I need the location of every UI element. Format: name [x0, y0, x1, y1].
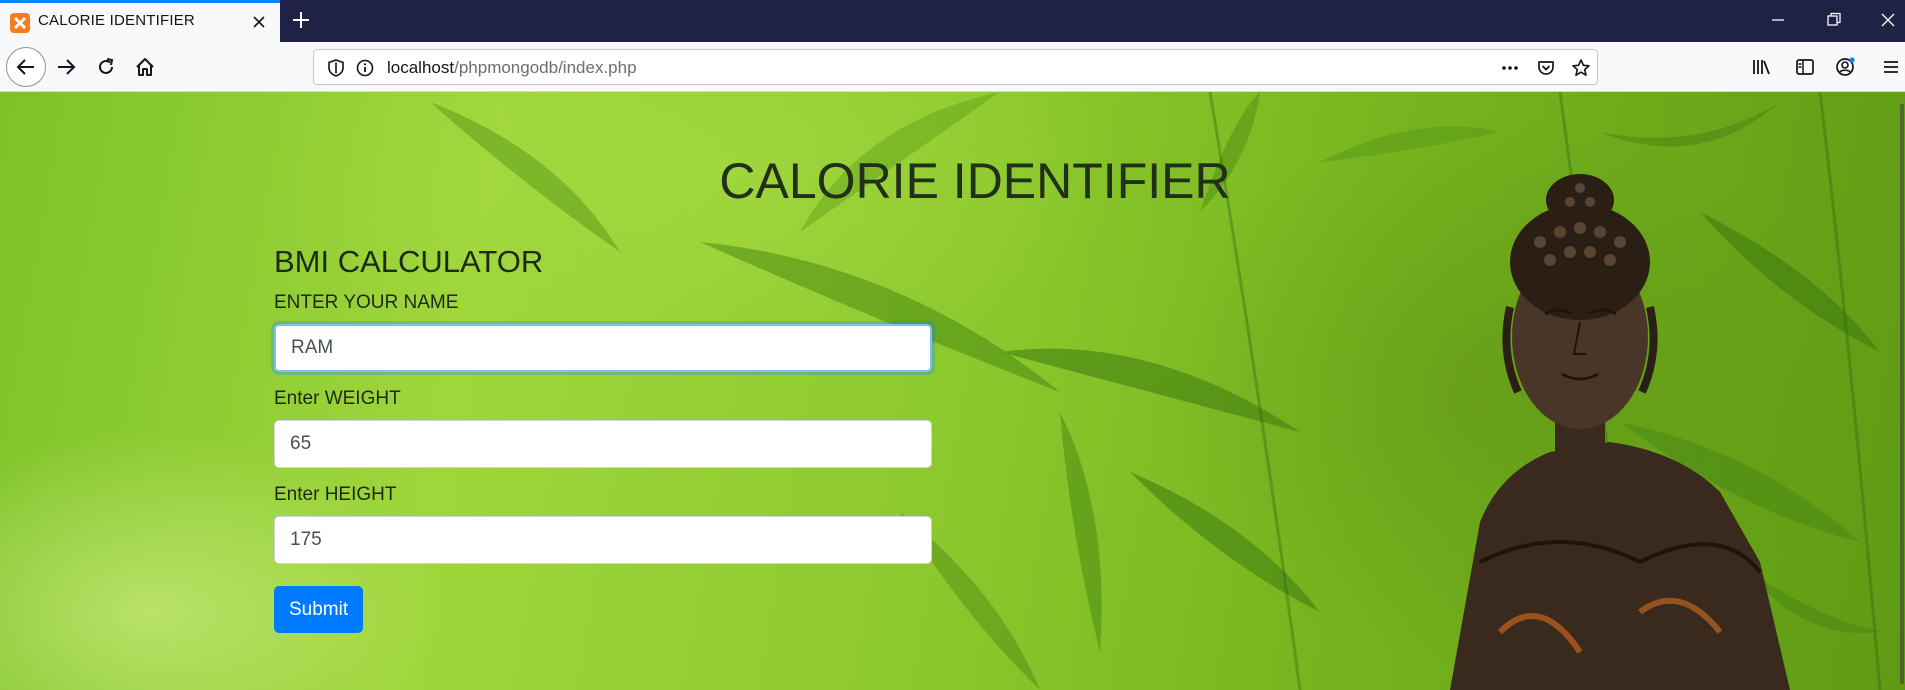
name-label: ENTER YOUR NAME — [274, 292, 459, 313]
form-heading: BMI CALCULATOR — [274, 244, 544, 279]
weight-label: Enter WEIGHT — [274, 388, 401, 409]
forward-arrow-icon[interactable] — [50, 51, 82, 83]
name-input[interactable] — [274, 324, 932, 372]
shield-icon[interactable] — [326, 58, 346, 78]
height-input[interactable] — [274, 516, 932, 564]
star-icon[interactable] — [1571, 58, 1591, 78]
tab-title: CALORIE IDENTIFIER — [38, 12, 195, 29]
weight-input[interactable] — [274, 420, 932, 468]
reload-icon[interactable] — [90, 51, 122, 83]
tab-calorie-identifier[interactable]: CALORIE IDENTIFIER — [0, 0, 280, 42]
page-title: CALORIE IDENTIFIER — [719, 153, 1231, 209]
navigation-toolbar: localhost/phpmongodb/index.php — [0, 42, 1905, 92]
url-path: /phpmongodb/index.php — [454, 58, 637, 77]
submit-button[interactable]: Submit — [274, 586, 364, 633]
minimize-icon[interactable] — [1768, 10, 1788, 30]
library-icon[interactable] — [1745, 51, 1777, 83]
plus-icon[interactable] — [290, 9, 312, 31]
restore-icon[interactable] — [1824, 10, 1844, 30]
weight-field-group: Enter WEIGHT — [274, 388, 932, 468]
tab-strip: CALORIE IDENTIFIER — [0, 0, 1905, 42]
account-icon[interactable] — [1829, 51, 1861, 83]
address-bar[interactable]: localhost/phpmongodb/index.php — [313, 49, 1598, 85]
bmi-form: BMI CALCULATOR ENTER YOUR NAME Enter WEI… — [274, 244, 932, 633]
close-window-icon[interactable] — [1878, 10, 1898, 30]
scrollbar-thumb[interactable] — [1900, 104, 1904, 684]
menu-icon[interactable] — [1875, 51, 1905, 83]
page-scrollbar[interactable] — [1897, 92, 1905, 690]
page-viewport: CALORIE IDENTIFIER BMI CALCULATOR ENTER … — [0, 92, 1905, 690]
home-icon[interactable] — [129, 51, 161, 83]
pocket-icon[interactable] — [1536, 58, 1556, 78]
url-host: localhost — [387, 58, 455, 77]
back-arrow-icon[interactable] — [6, 47, 46, 87]
height-label: Enter HEIGHT — [274, 484, 397, 505]
name-field-group: ENTER YOUR NAME — [274, 292, 932, 372]
height-field-group: Enter HEIGHT — [274, 484, 932, 564]
close-tab-icon[interactable] — [248, 11, 270, 33]
more-icon[interactable] — [1500, 58, 1520, 78]
url-text[interactable]: localhost/phpmongodb/index.php — [387, 58, 637, 78]
sidebar-icon[interactable] — [1789, 51, 1821, 83]
xampp-favicon-icon — [10, 13, 30, 33]
info-icon[interactable] — [355, 58, 375, 78]
